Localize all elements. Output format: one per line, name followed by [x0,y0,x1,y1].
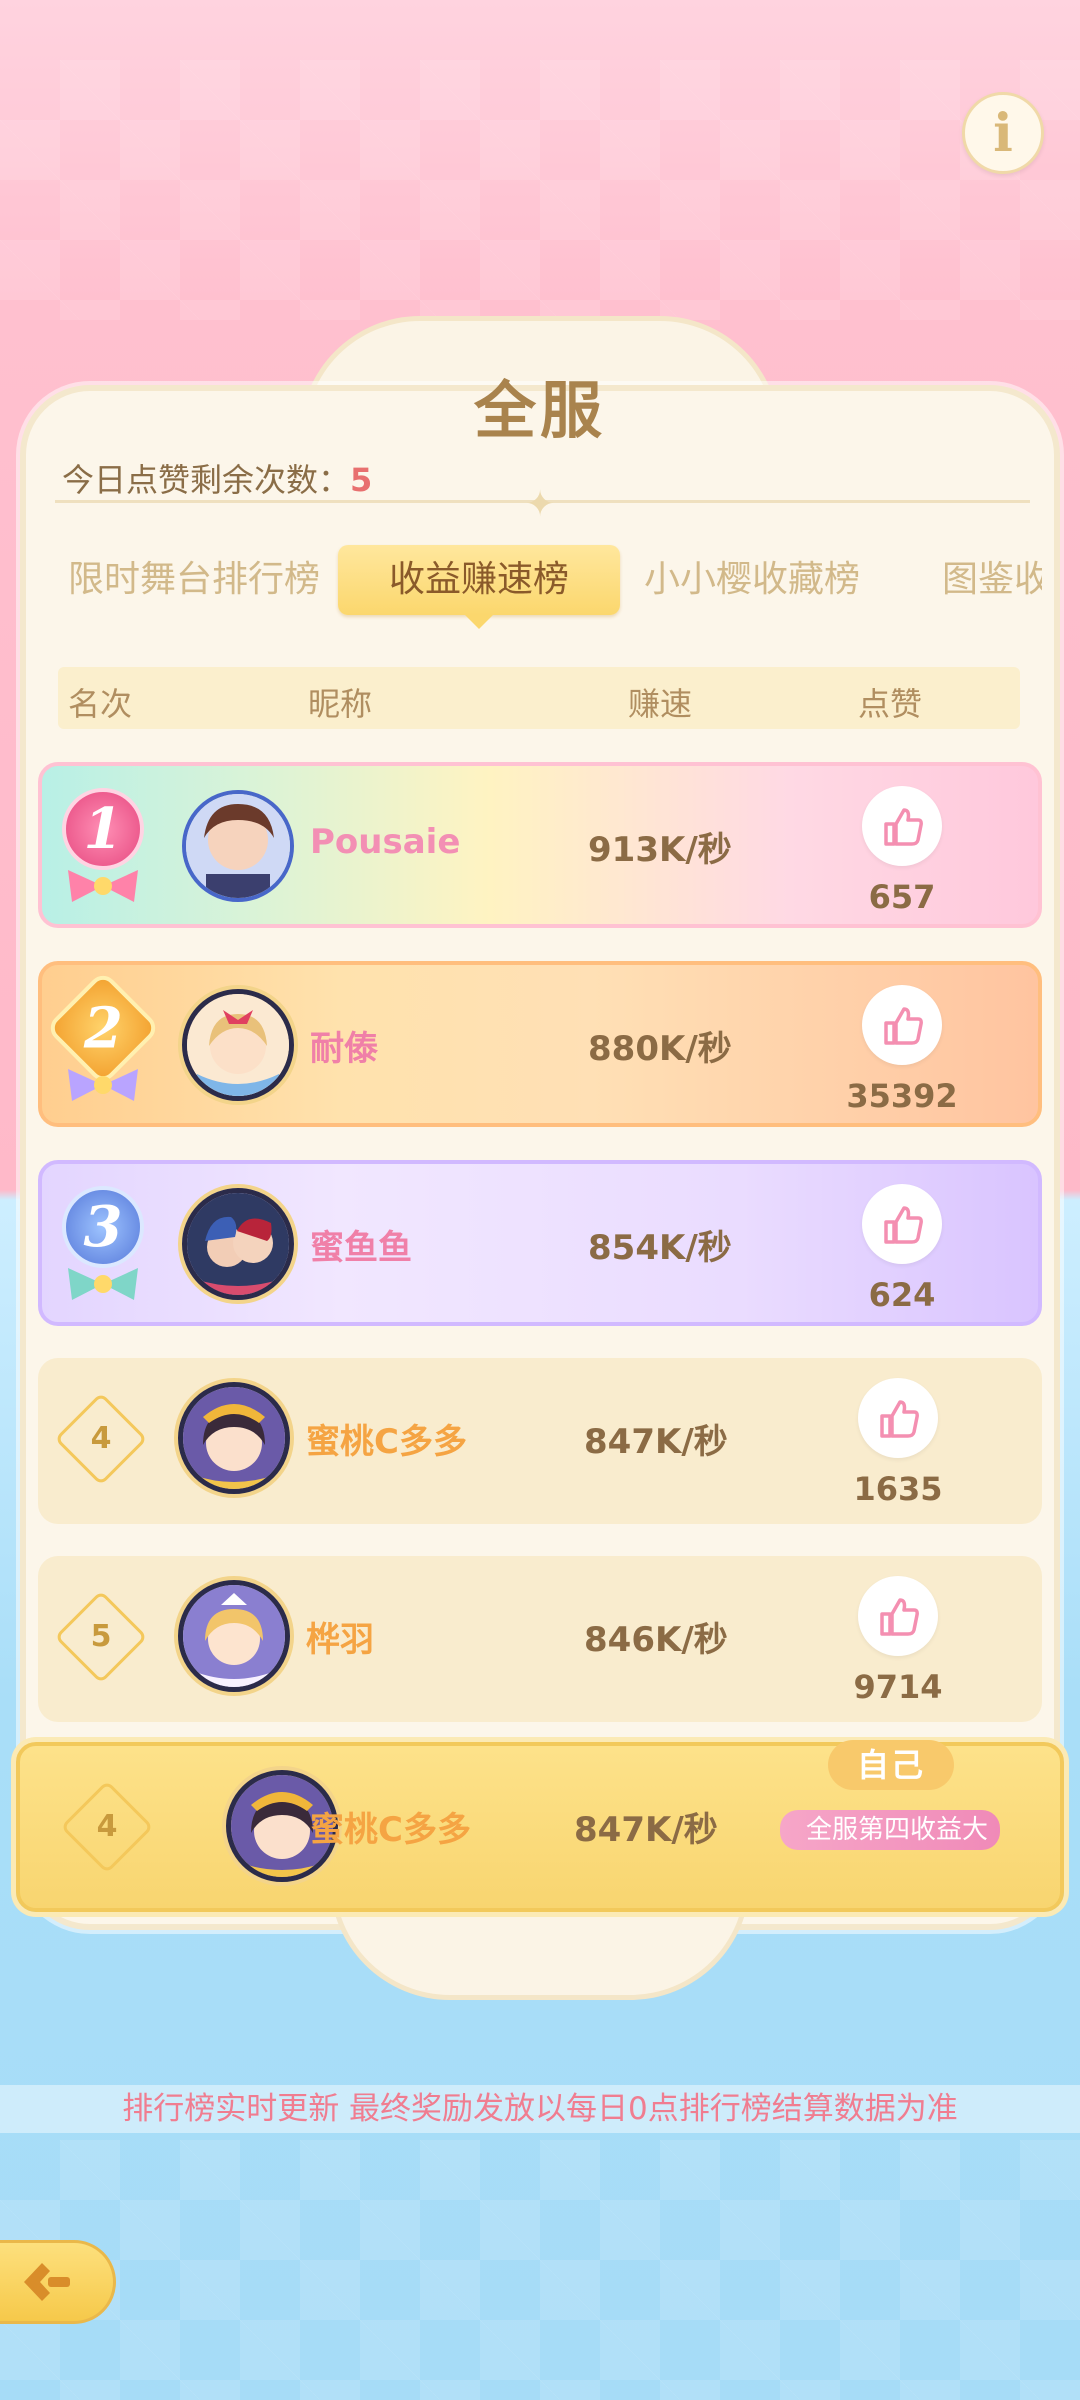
table-row: 3 蜜鱼鱼 854K/秒 624 [38,1160,1042,1326]
table-row: 5 桦羽 846K/秒 9714 [38,1556,1042,1722]
col-rank: 名次 [68,685,133,723]
rank-number: 1 [83,796,123,862]
like-count: 1635 [853,1470,943,1508]
top-pattern [0,60,1080,320]
rank-medal-bronze: 3 [50,1184,156,1310]
likes-remaining-value: 5 [350,461,373,499]
nickname: Pousaie [310,822,461,862]
table-row: 4 蜜桃C多多 847K/秒 1635 [38,1358,1042,1524]
likes-remaining: 今日点赞剩余次数：5 [62,455,372,501]
back-button[interactable] [0,2240,116,2324]
col-likes: 点赞 [858,685,923,723]
table-row: 1 Pousaie 913K/秒 657 [38,762,1042,928]
thumbs-up-icon [884,1206,923,1244]
like-count: 9714 [853,1668,943,1706]
earning-speed: 846K/秒 [584,1620,728,1660]
info-button[interactable]: i [962,92,1044,174]
info-icon: i [993,102,1013,164]
tab-earning-speed[interactable]: 收益赚速榜 [338,545,620,629]
tab-stage-ranking[interactable]: 限时舞台排行榜 [68,545,320,615]
thumbs-up-icon [880,1400,919,1438]
col-nickname: 昵称 [308,685,373,723]
like-button[interactable] [862,786,942,866]
ribbon-icon [68,870,138,902]
earning-speed: 847K/秒 [574,1810,718,1850]
nickname: 耐傣 [310,1029,378,1069]
like-count: 35392 [846,1077,958,1115]
like-count: 657 [868,878,936,916]
rank-medal-silver: 2 [45,970,161,1111]
table-header: 名次 昵称 赚速 点赞 [58,667,1020,729]
likes-remaining-label: 今日点赞剩余次数： [62,461,351,499]
avatar[interactable] [178,1382,290,1494]
tab-collection[interactable]: 小小樱收藏榜 [644,545,860,615]
page-title: 全服 [473,374,606,447]
sparkle-icon: ✦ [525,484,556,525]
nickname: 蜜鱼鱼 [310,1228,412,1268]
earning-speed: 854K/秒 [588,1228,732,1268]
rank-number: 4 [96,1809,118,1844]
earning-speed: 880K/秒 [588,1029,732,1069]
avatar[interactable] [182,989,294,1101]
rank-medal-gold: 1 [50,786,156,912]
like-button[interactable] [858,1378,938,1458]
bottom-pattern [0,2140,1080,2400]
col-speed: 赚速 [628,685,693,723]
earning-speed: 913K/秒 [588,830,732,870]
ribbon-icon [68,1069,138,1101]
thumbs-up-icon [884,808,923,846]
thumbs-up-icon [880,1598,919,1636]
like-button[interactable] [862,1184,942,1264]
thumbs-up-icon [884,1007,923,1045]
like-button[interactable] [862,985,942,1065]
footer-note: 排行榜实时更新 最终奖励发放以每日0点排行榜结算数据为准 [0,2085,1080,2133]
nickname: 蜜桃C多多 [306,1422,467,1462]
table-row: 2 耐傣 880K/秒 35392 [38,961,1042,1127]
avatar[interactable] [178,1580,290,1692]
rank-number: 2 [83,995,123,1061]
self-tag: 自己 [828,1740,954,1790]
back-arrow-icon [24,2263,70,2301]
avatar[interactable] [182,790,294,902]
rank-number: 5 [90,1619,112,1654]
avatar[interactable] [182,1188,294,1300]
rank-number: 4 [90,1421,112,1456]
ribbon-icon [68,1268,138,1300]
title-badge: 全服第四收益大 [780,1810,1000,1850]
tab-bar: 限时舞台排行榜 收益赚速榜 小小樱收藏榜 图鉴收 [40,545,1050,629]
earning-speed: 847K/秒 [584,1422,728,1462]
rank-number: 3 [83,1194,123,1260]
like-button[interactable] [858,1576,938,1656]
nickname: 桦羽 [306,1620,374,1660]
tab-gallery[interactable]: 图鉴收 [942,545,1042,615]
like-count: 624 [868,1276,936,1314]
nickname: 蜜桃C多多 [310,1810,471,1850]
